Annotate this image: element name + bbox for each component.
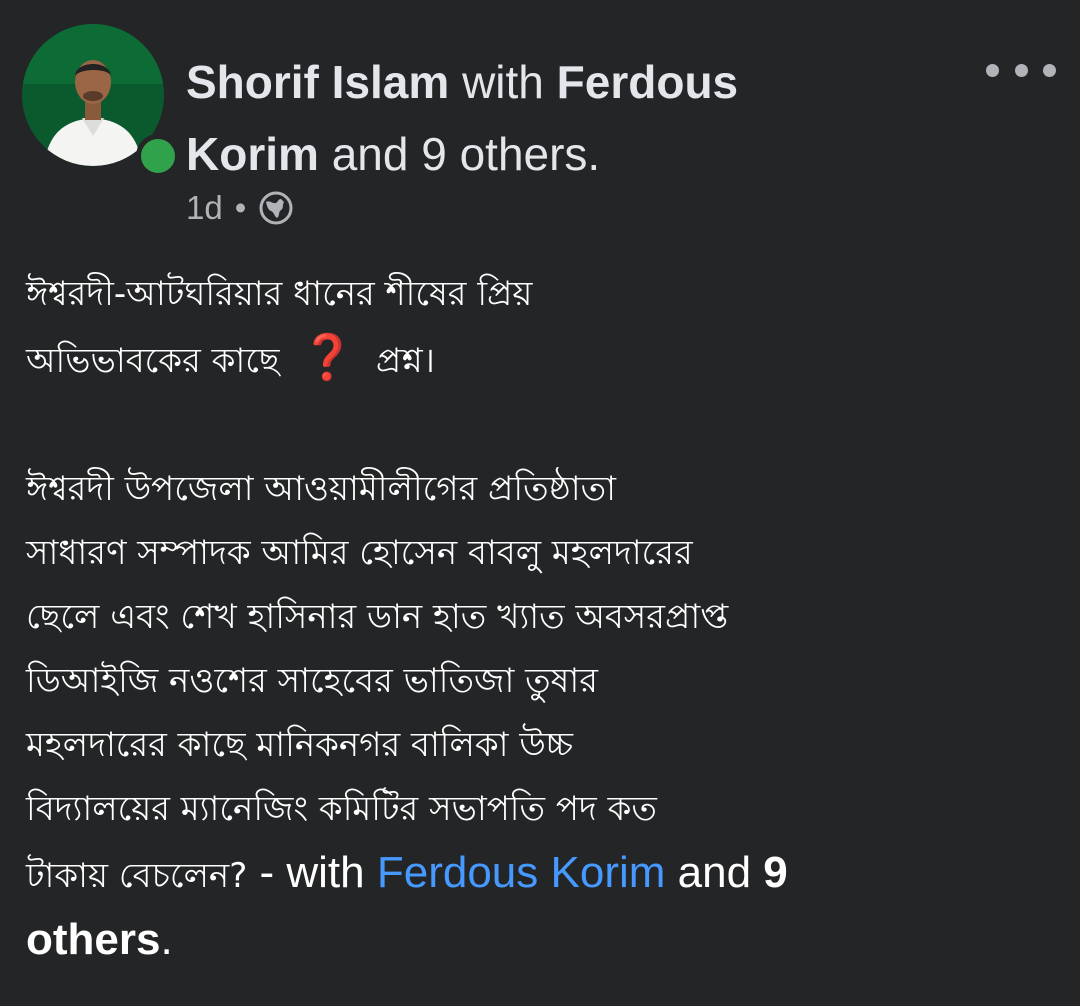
tagged-person-link[interactable]: Ferdous Korim xyxy=(377,848,666,897)
post-header: Shorif Islam with Ferdous Korim and 9 ot… xyxy=(186,46,946,190)
meta-separator: • xyxy=(234,189,247,226)
post-para-line: বিদ্যালয়ের ম্যানেজিং কমিটির সভাপতি পদ ক… xyxy=(26,789,657,829)
globe-icon[interactable] xyxy=(258,190,294,226)
facebook-post: Shorif Islam with Ferdous Korim and 9 ot… xyxy=(0,0,1080,1006)
post-line-1: ঈশ্বরদী-আটঘরিয়ার ধানের শীষের প্রিয় xyxy=(26,274,533,314)
timestamp[interactable]: 1d xyxy=(186,186,223,230)
post-para-line: ছেলে এবং শেখ হাসিনার ডান হাত খ্যাত অবসরপ… xyxy=(26,597,729,637)
post-para-line: মহলদারের কাছে মানিকনগর বালিকা উচ্চ xyxy=(26,725,574,765)
post-tail-line: others. xyxy=(26,908,1056,975)
author-name[interactable]: Shorif Islam xyxy=(186,56,449,108)
tail-others[interactable]: others xyxy=(26,915,160,964)
tail-period: . xyxy=(160,915,173,964)
dot-icon xyxy=(986,63,999,77)
avatar-container[interactable] xyxy=(22,24,180,178)
tail-with-text: - with xyxy=(247,848,377,897)
question-mark-emoji: ❓ xyxy=(300,332,356,383)
post-para-line: সাধারণ সম্পাদক আমির হোসেন বাবলু মহলদারের xyxy=(26,533,693,573)
post-line-2-end: প্রশ্ন। xyxy=(375,341,435,381)
dot-icon xyxy=(1014,63,1028,77)
tagged-person-last[interactable]: Korim xyxy=(186,128,319,180)
tagged-person-first[interactable]: Ferdous xyxy=(557,56,738,108)
tail-count[interactable]: 9 xyxy=(763,848,787,897)
post-last-line-text: টাকায় বেচলেন? xyxy=(26,856,248,896)
post-para-line: ডিআইজি নওশের সাহেবের ভাতিজা তুষার xyxy=(26,661,598,701)
tail-and-text: and xyxy=(665,848,764,897)
more-options-icon[interactable] xyxy=(986,55,1056,85)
post-meta: 1d • xyxy=(186,186,294,230)
post-para-line: ঈশ্বরদী উপজেলা আওয়ামীলীগের প্রতিষ্ঠাতা xyxy=(26,469,617,509)
post-line-2-text: অভিভাবকের কাছে xyxy=(26,341,280,381)
and-text: and xyxy=(331,128,409,180)
online-status-indicator xyxy=(136,134,180,178)
others-count[interactable]: 9 others. xyxy=(421,128,600,180)
with-text: with xyxy=(462,56,544,108)
post-line-2: অভিভাবকের কাছে ❓ প্রশ্ন। xyxy=(26,326,1056,393)
post-body: ঈশ্বরদী-আটঘরিয়ার ধানের শীষের প্রিয় অভি… xyxy=(26,262,1056,975)
dot-icon xyxy=(1043,63,1056,77)
post-last-line: টাকায় বেচলেন? - with Ferdous Korim and … xyxy=(26,841,1056,908)
